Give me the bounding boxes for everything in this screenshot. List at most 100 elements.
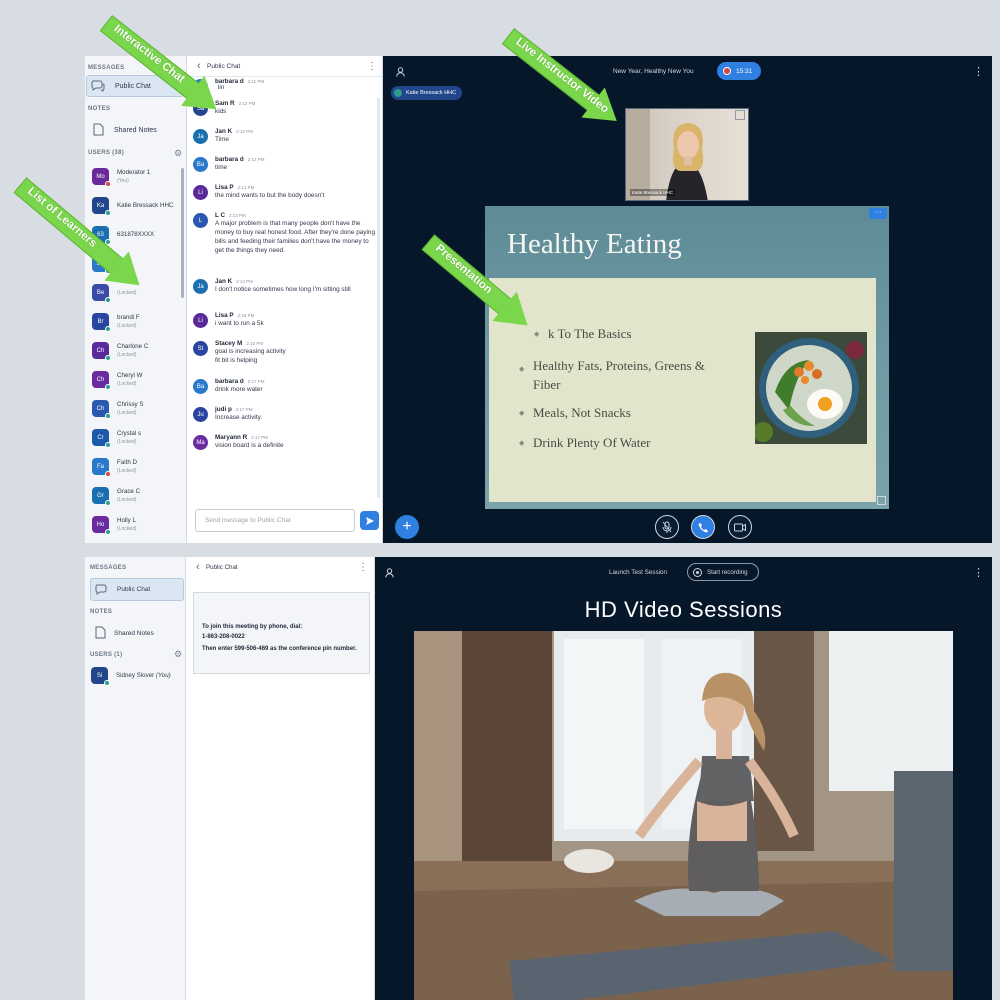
user-name-text: brandi F [117, 313, 140, 321]
avatar: Cr [92, 429, 111, 448]
user-row[interactable]: Ch Charlone C (Locked) [85, 336, 185, 365]
message-time: 2:17 PM [247, 379, 265, 384]
phone-icon [698, 522, 708, 532]
settings-gear-icon[interactable]: ⚙ [174, 649, 182, 660]
presentation-slide[interactable]: Healthy Eating k To The Basics Healthy F… [485, 206, 889, 509]
settings-gear-icon[interactable]: ⚙ [174, 148, 182, 159]
user-name-text: Sidney Slover [116, 671, 155, 679]
message-time: 2:17 PM [235, 407, 253, 412]
yoga-video[interactable] [414, 631, 953, 1000]
user-row[interactable]: Cr Crystal s (Locked) [85, 423, 185, 452]
avatar-initials: Cr [97, 434, 104, 441]
user-row[interactable]: Br brandi F (Locked) [85, 307, 185, 336]
status-dot [104, 680, 110, 686]
message-text: Time [215, 136, 229, 143]
chat-message: Ju judi p 2:17 PM Increase activity. [187, 406, 377, 434]
user-name-text: Charlone C [117, 342, 149, 350]
message-body: barbara d 2:17 PM drink more water [215, 378, 377, 406]
avatar: Br [92, 313, 111, 332]
user-row[interactable]: Ho Holly L (Locked) [85, 510, 185, 539]
user-status: (Locked) [117, 409, 137, 416]
user-name-text: Faith D [117, 458, 137, 466]
instructor-webcam[interactable]: Katie Bressack HHC [625, 108, 749, 201]
shared-notes-nav[interactable]: Shared Notes [90, 623, 184, 643]
user-row[interactable]: Ch Cheryl W (Locked) [85, 365, 185, 394]
shared-notes-nav[interactable]: Shared Notes [86, 120, 184, 140]
author-name: barbara d [215, 378, 244, 385]
chat-message: Li Lisa P 2:16 PM i want to run a 5k [187, 312, 377, 340]
user-list-toggle-icon[interactable] [396, 67, 405, 77]
user-list-toggle-icon[interactable] [385, 568, 394, 578]
message-author: Sam R 2:12 PM [215, 100, 377, 107]
avatar-initials: Be [96, 289, 105, 296]
recording-timer[interactable]: 15:31 [717, 62, 761, 80]
chat-input[interactable]: Send message to Public Chat [195, 509, 355, 532]
shared-notes-label: Shared Notes [114, 126, 157, 134]
user-status: (You) [117, 177, 129, 184]
message-text: the mind wants to but the body doesn't [215, 192, 325, 199]
user-name: Crystal s (Locked) [117, 430, 141, 446]
start-recording-button[interactable]: Start recording [687, 563, 759, 581]
avatar: Si [91, 667, 110, 686]
message-body: L C 2:13 PM A major problem is that many p… [215, 212, 377, 278]
avatar: Ch [92, 371, 111, 390]
chat-message-list: barbara d 2:11 PM Sa Sam R 2:12 PM kids Ja Jan … [187, 78, 377, 483]
message-body: judi p 2:17 PM Increase activity. [215, 406, 377, 434]
avatar: Ma [193, 435, 208, 450]
back-chevron-icon[interactable]: ‹ [196, 561, 200, 573]
user-list-scrollbar[interactable] [181, 168, 184, 298]
yoga-video-image [414, 631, 953, 1000]
user-list: Mo Moderator 1 (You) Ka Katie Bressack HHC 63… [85, 162, 185, 542]
public-chat-nav[interactable]: Public Chat [90, 578, 184, 601]
back-chevron-icon[interactable]: ‹ [197, 60, 201, 72]
author-name: Lisa P [215, 184, 234, 191]
message-text: Increase activity. [215, 414, 263, 421]
user-name-text: Moderator 1 [117, 168, 151, 176]
status-dot [105, 181, 111, 187]
user-row[interactable]: Si Sidney Slover (You) [91, 667, 171, 686]
avatar: Be [92, 284, 111, 303]
mute-button[interactable] [655, 515, 679, 539]
avatar: St [193, 341, 208, 356]
chat-scrollbar[interactable] [377, 98, 380, 498]
user-row[interactable]: Mo Moderator 1 (You) [85, 162, 185, 191]
send-button[interactable] [360, 511, 379, 530]
options-menu-icon[interactable]: ⋮ [973, 566, 984, 579]
user-row[interactable]: Ch Chrissy S (Locked) [85, 394, 185, 423]
message-body: Jan K 2:12 PM Time [215, 128, 377, 156]
user-row[interactable]: Gr Grace C (Locked) [85, 481, 185, 510]
message-body: Lisa P 2:12 PM the mind wants to but the b… [215, 184, 377, 212]
status-dot [105, 529, 111, 535]
chat-divider [187, 76, 383, 77]
message-body: Maryann R 2:17 PM vision board is a defini… [215, 434, 377, 462]
fullscreen-icon[interactable] [735, 110, 745, 120]
chat-message: St Stacey M 2:16 PM goal is increasing acti… [187, 340, 377, 378]
status-dot [105, 442, 111, 448]
avatar-initials: St [197, 345, 204, 352]
avatar-initials: Li [198, 317, 203, 324]
user-row[interactable]: Fa Faith D (Locked) [85, 452, 185, 481]
chat-menu-icon[interactable]: ⋮ [358, 562, 368, 573]
video-button[interactable] [728, 515, 752, 539]
author-name: judi p [215, 406, 232, 413]
avatar-initials: L [198, 217, 203, 224]
slide-options-button[interactable]: ··· [869, 208, 887, 219]
user-status: (Locked) [117, 496, 137, 503]
user-status: (Locked) [117, 322, 137, 329]
options-menu-icon[interactable]: ⋮ [973, 65, 984, 78]
chat-message: Ma Maryann R 2:17 PM vision board is a defi… [187, 434, 377, 462]
user-row[interactable]: Ka Katie Bressack HHC [85, 191, 185, 220]
public-chat-label: Public Chat [117, 586, 151, 593]
slide-fullscreen-icon[interactable] [877, 496, 886, 505]
status-dot [105, 326, 111, 332]
avatar-initials: Mo [96, 173, 105, 180]
audio-button[interactable] [691, 515, 715, 539]
camera-icon [734, 523, 746, 531]
message-author: Stacey M 2:16 PM [215, 340, 377, 347]
notes-section-title: NOTES [88, 106, 111, 112]
chat-menu-icon[interactable]: ⋮ [367, 61, 377, 72]
notes-icon [95, 626, 106, 641]
actions-button[interactable]: + [395, 515, 419, 539]
welcome-message: To join this meeting by phone, dial: 1-8… [193, 592, 370, 674]
avatar-initials: Gr [97, 492, 104, 499]
